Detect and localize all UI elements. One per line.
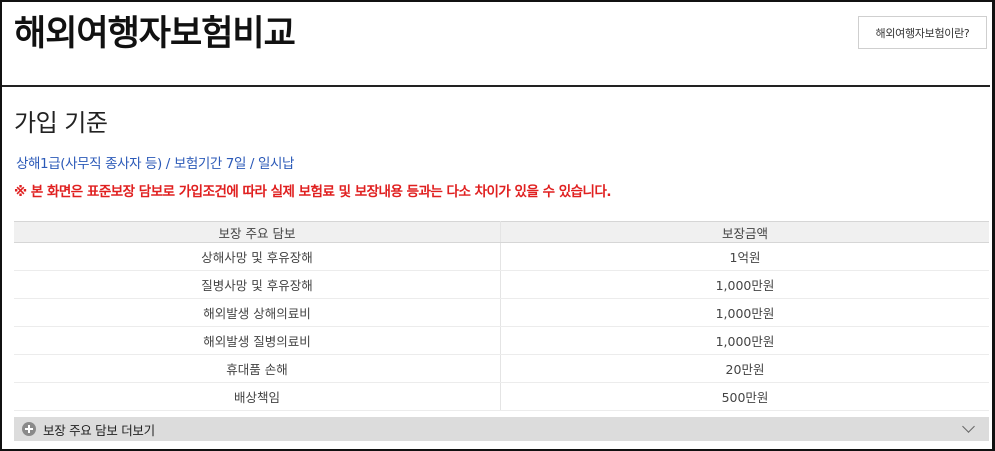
amount-cell: 1,000만원: [500, 326, 989, 355]
coverage-table: 보장 주요 담보 보장금액 상해사망 및 후유장해 1억원 질병사망 및 후유장…: [14, 221, 989, 411]
criteria-text: 상해1급(사무직 종사자 등) / 보험기간 7일 / 일시납: [16, 156, 295, 172]
amount-cell: 1,000만원: [500, 270, 989, 299]
coverage-cell: 해외발생 상해의료비: [14, 298, 501, 327]
table-row: 해외발생 질병의료비 1,000만원: [14, 326, 989, 355]
plus-circle-icon: [22, 422, 36, 436]
table-row: 상해사망 및 후유장해 1억원: [14, 242, 989, 271]
coverage-cell: 상해사망 및 후유장해: [14, 242, 501, 271]
coverage-cell: 해외발생 질병의료비: [14, 326, 501, 355]
section-title: 가입 기준: [14, 109, 108, 137]
coverage-cell: 질병사망 및 후유장해: [14, 270, 501, 299]
page-title: 해외여행자보험비교: [14, 14, 296, 54]
column-header-coverage: 보장 주요 담보: [14, 221, 501, 243]
header-divider: [2, 85, 990, 87]
coverage-cell: 휴대품 손해: [14, 354, 501, 383]
amount-cell: 1억원: [500, 242, 989, 271]
table-row: 배상책임 500만원: [14, 382, 989, 411]
coverage-cell: 배상책임: [14, 382, 501, 411]
table-row: 해외발생 상해의료비 1,000만원: [14, 298, 989, 327]
amount-cell: 20만원: [500, 354, 989, 383]
notice-text: ※ 본 화면은 표준보장 담보로 가입조건에 따라 실제 보험료 및 보장내용 …: [14, 184, 612, 200]
table-row: 질병사망 및 후유장해 1,000만원: [14, 270, 989, 299]
table-header-row: 보장 주요 담보 보장금액: [14, 221, 989, 243]
show-more-label: 보장 주요 담보 더보기: [43, 422, 155, 438]
column-header-amount: 보장금액: [500, 221, 989, 243]
amount-cell: 1,000만원: [500, 298, 989, 327]
chevron-down-icon[interactable]: [962, 420, 975, 433]
amount-cell: 500만원: [500, 382, 989, 411]
show-more-button[interactable]: 보장 주요 담보 더보기: [14, 417, 989, 441]
info-button[interactable]: 해외여행자보험이란?: [858, 16, 987, 49]
table-row: 휴대품 손해 20만원: [14, 354, 989, 383]
